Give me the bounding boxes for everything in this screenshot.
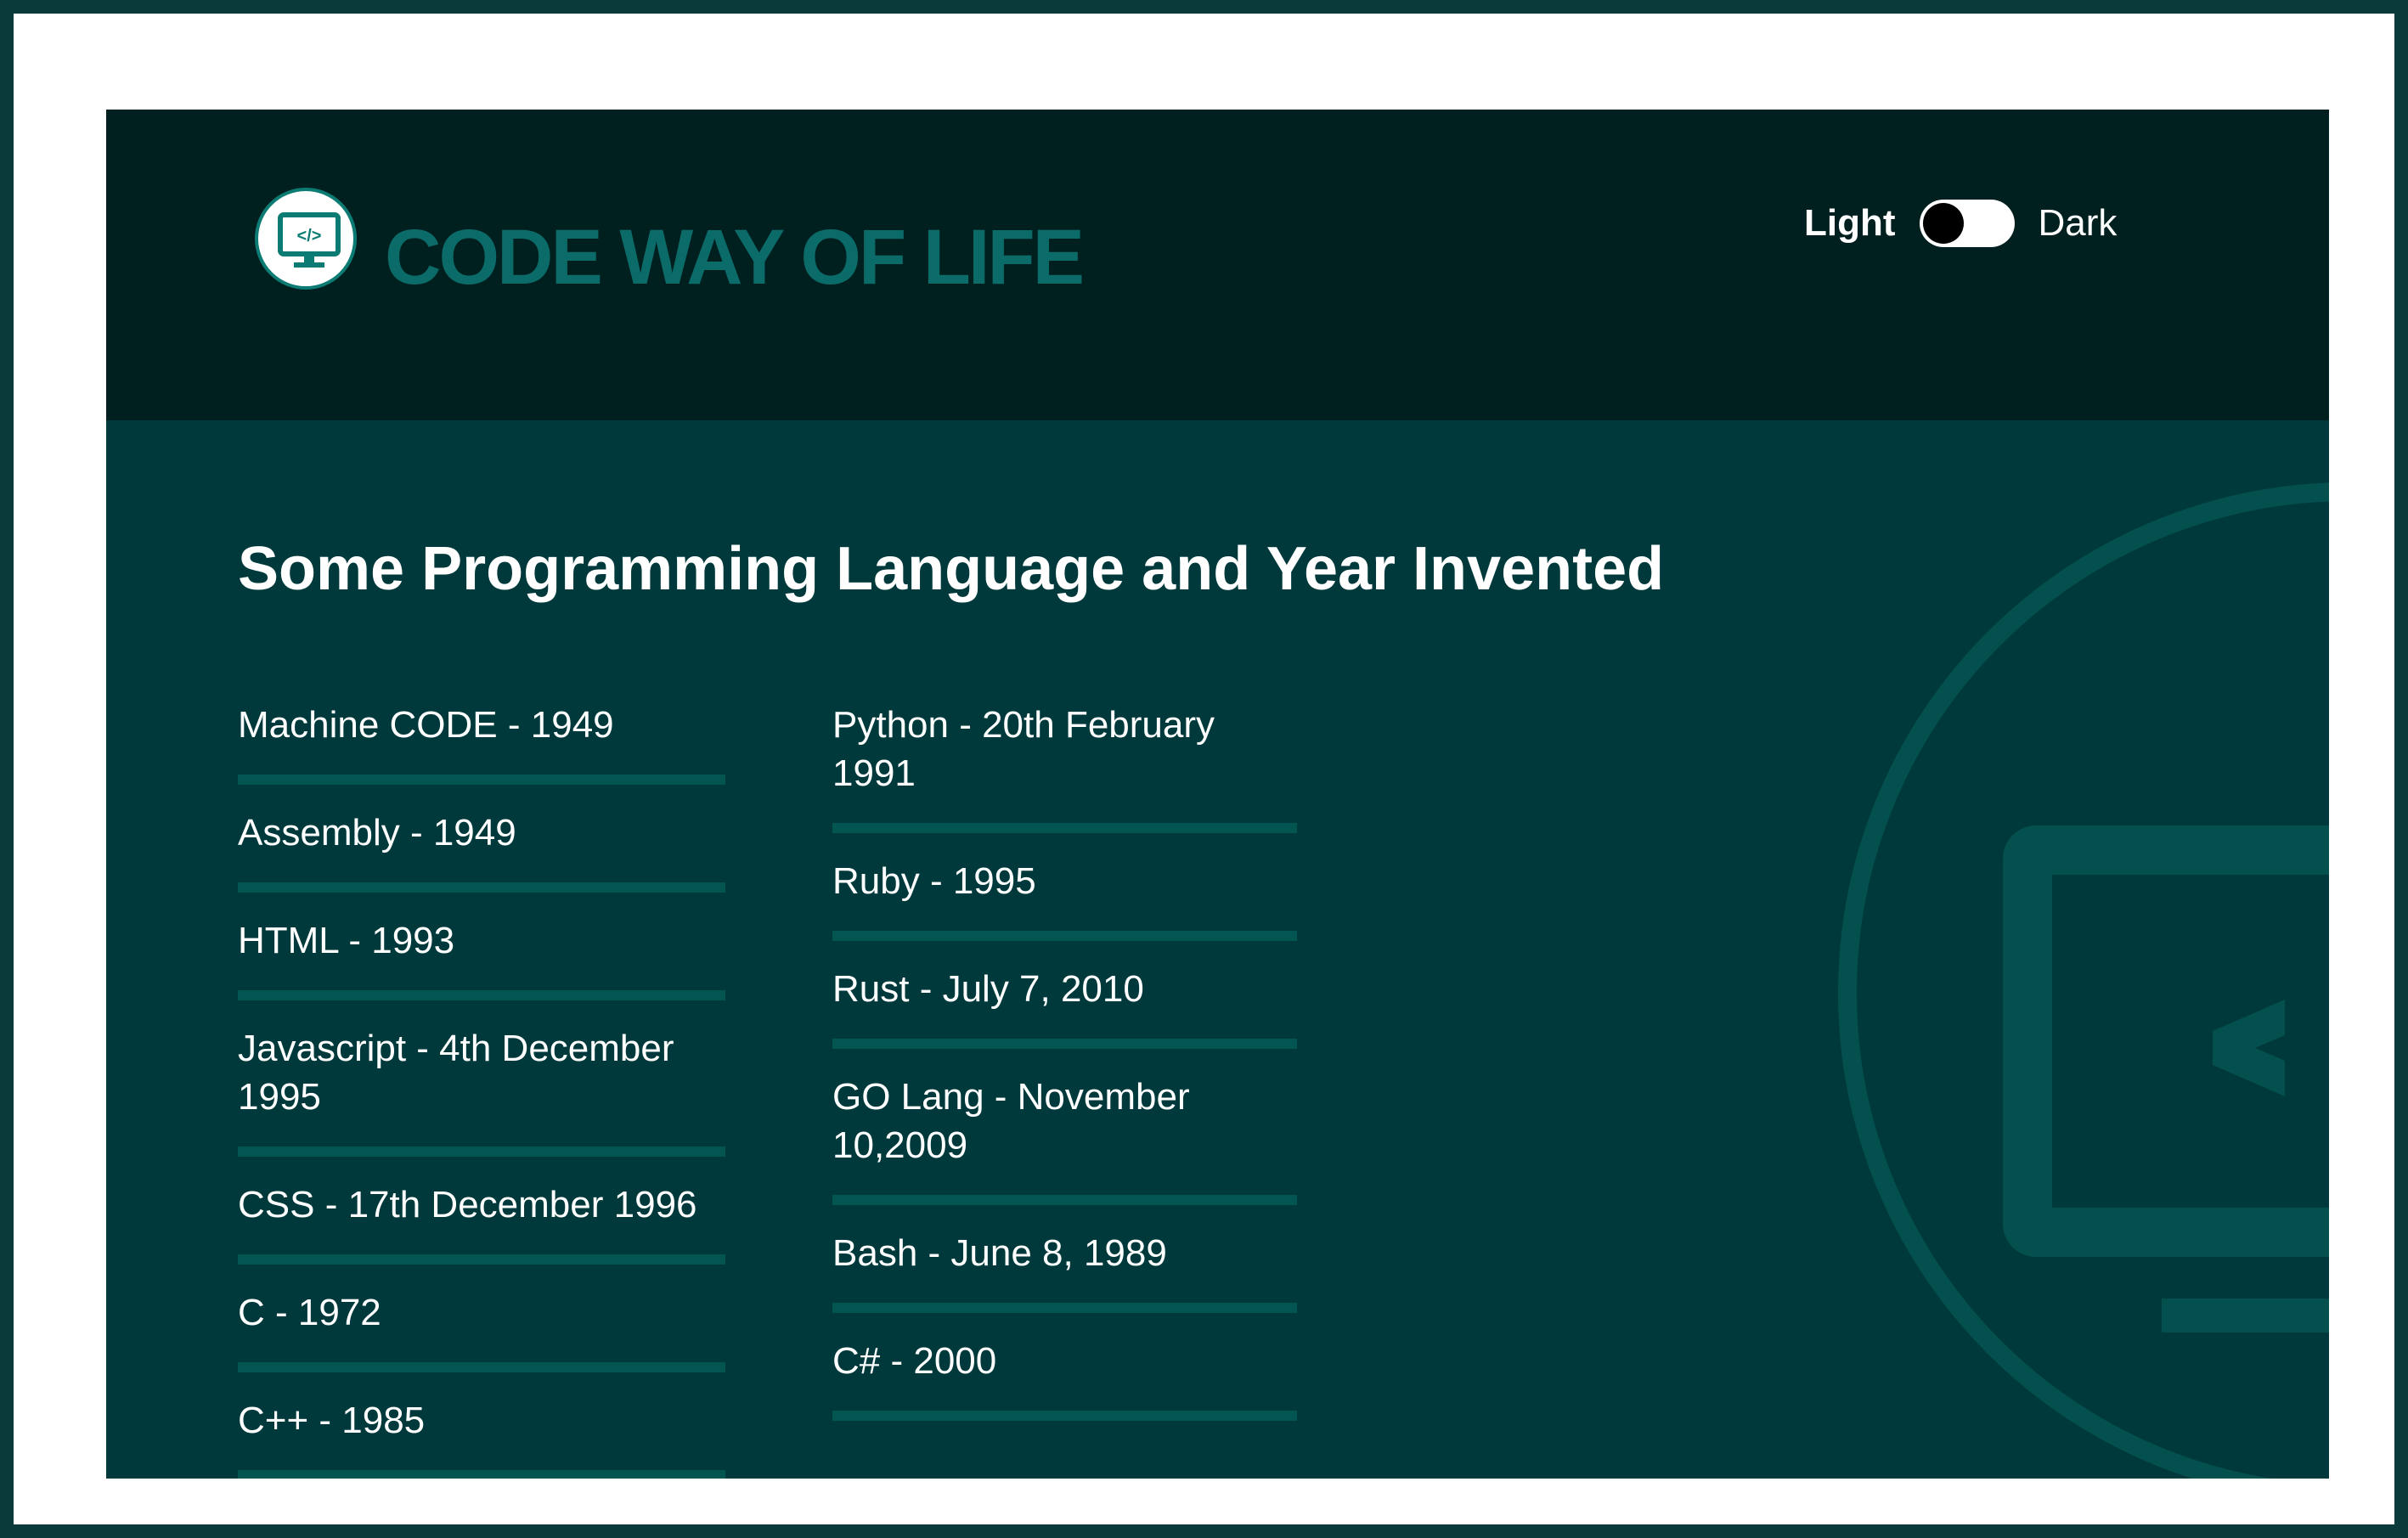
brand-title[interactable]: CODE WAY OF LIFE: [385, 218, 1085, 296]
page-frame: </> CODE WAY OF LIFE Light Dark Some Pro…: [0, 0, 2408, 1538]
theme-light-label: Light: [1804, 202, 1896, 244]
theme-toggle[interactable]: [1919, 200, 2015, 247]
theme-switch: Light Dark: [1804, 198, 2117, 249]
language-item: Python - 20th February 1991: [832, 701, 1297, 833]
background-monitor-code-icon: [1838, 482, 2329, 1479]
app-window: </> CODE WAY OF LIFE Light Dark Some Pro…: [106, 110, 2329, 1479]
language-item: Machine CODE - 1949: [238, 701, 725, 785]
language-item: HTML - 1993: [238, 916, 725, 1000]
language-item: Javascript - 4th December 1995: [238, 1024, 725, 1157]
language-item: C++ - 1985: [238, 1396, 725, 1479]
language-item: C# - 2000: [832, 1337, 1297, 1421]
language-item: Assembly - 1949: [238, 808, 725, 893]
page-heading: Some Programming Language and Year Inven…: [238, 535, 1665, 603]
language-item: Rust - July 7, 2010: [832, 965, 1297, 1049]
monitor-code-icon: </>: [278, 212, 341, 268]
language-item: Bash - June 8, 1989: [832, 1229, 1297, 1313]
theme-dark-label: Dark: [2038, 202, 2118, 244]
language-item: GO Lang - November 10,2009: [832, 1073, 1297, 1205]
language-list-col1: Machine CODE - 1949 Assembly - 1949 HTML -…: [238, 701, 725, 1479]
language-item: CSS - 17th December 1996: [238, 1180, 725, 1265]
logo[interactable]: </>: [255, 188, 357, 290]
language-item: C - 1972: [238, 1288, 725, 1372]
language-item: Ruby - 1995: [832, 857, 1297, 941]
toggle-knob: [1922, 203, 1964, 244]
site-header: </> CODE WAY OF LIFE Light Dark: [106, 110, 2329, 420]
language-list-col2: Python - 20th February 1991 Ruby - 1995 Ru…: [832, 701, 1297, 1445]
svg-text:</>: </>: [297, 227, 322, 245]
